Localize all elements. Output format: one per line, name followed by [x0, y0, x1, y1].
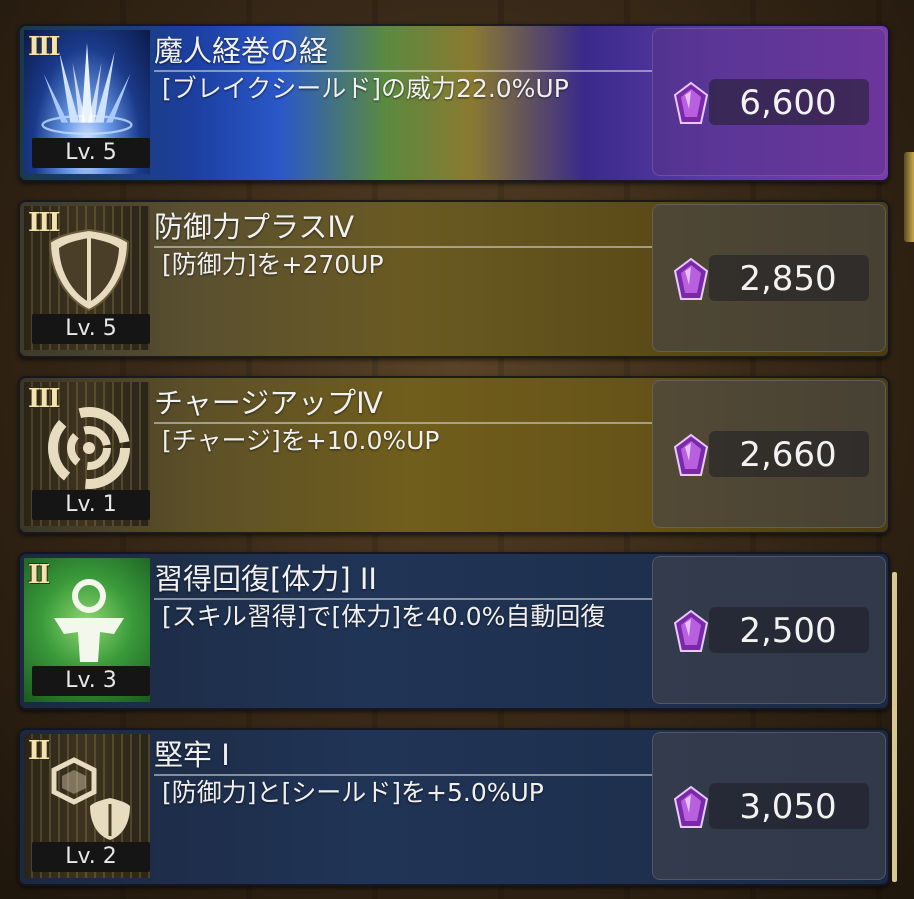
divider	[154, 598, 652, 600]
skill-card[interactable]: II Lv. 2 堅牢 I [防御力]と[シールド]を+5.0%UP 3,050	[18, 728, 890, 886]
divider	[154, 246, 652, 248]
skill-thumbnail: III Lv. 1	[24, 382, 150, 526]
skill-thumbnail: III Lv. 5	[24, 206, 150, 350]
skill-description: [チャージ]を+10.0%UP	[162, 426, 440, 455]
skill-thumbnail: II Lv. 2	[24, 734, 150, 878]
purple-gem-icon	[673, 433, 709, 476]
cost-value: 3,050	[739, 787, 837, 827]
level-label: Lv. 3	[32, 666, 150, 696]
divider	[154, 774, 652, 776]
purple-gem-icon	[673, 257, 709, 300]
skill-card[interactable]: III Lv. 1 チャージアップⅣ [チャージ]を+10.0%UP 2,660	[18, 376, 890, 534]
skill-title: 習得回復[体力] II	[154, 562, 377, 596]
purple-gem-icon	[673, 81, 709, 124]
skill-card[interactable]: II Lv. 3 習得回復[体力] II [スキル習得]で[体力]を40.0%自…	[18, 552, 890, 710]
cost-button[interactable]: 3,050	[652, 732, 886, 880]
skill-card[interactable]: III Lv. 5 魔人経巻の経 [ブレイクシールド]の威力22.0%UP 6,…	[18, 24, 890, 182]
divider	[154, 70, 652, 72]
rank-numeral: II	[28, 560, 50, 590]
skill-description: [スキル習得]で[体力]を40.0%自動回復	[162, 602, 606, 631]
skill-thumbnail: II Lv. 3	[24, 558, 150, 702]
level-label: Lv. 5	[32, 138, 150, 168]
hexagon-shield-icon	[51, 757, 130, 840]
cost-value: 6,600	[739, 83, 837, 123]
cost-button[interactable]: 2,660	[652, 380, 886, 528]
skill-title: チャージアップⅣ	[154, 386, 383, 420]
skill-description: [ブレイクシールド]の威力22.0%UP	[162, 74, 569, 103]
skill-thumbnail: III Lv. 5	[24, 30, 150, 174]
skill-title: 防御力プラスⅣ	[154, 210, 355, 244]
rank-numeral: III	[28, 384, 60, 414]
skill-card[interactable]: III Lv. 5 防御力プラスⅣ [防御力]を+270UP 2,850	[18, 200, 890, 358]
figure-heal-icon	[54, 579, 124, 662]
scrollbar[interactable]	[892, 572, 897, 882]
skill-description: [防御力]と[シールド]を+5.0%UP	[162, 778, 544, 807]
purple-gem-icon	[673, 609, 709, 652]
skill-description: [防御力]を+270UP	[162, 250, 384, 279]
cost-value: 2,660	[739, 435, 837, 475]
skill-title: 堅牢 I	[154, 738, 230, 772]
level-label: Lv. 1	[32, 490, 150, 520]
cost-button[interactable]: 2,850	[652, 204, 886, 352]
cost-value: 2,500	[739, 611, 837, 651]
level-label: Lv. 2	[32, 842, 150, 872]
rank-numeral: III	[28, 208, 60, 238]
cost-value: 2,850	[739, 259, 837, 299]
rank-numeral: III	[28, 32, 60, 62]
skill-title: 魔人経巻の経	[154, 34, 329, 68]
cost-button[interactable]: 2,500	[652, 556, 886, 704]
level-label: Lv. 5	[32, 314, 150, 344]
cost-button[interactable]: 6,600	[652, 28, 886, 176]
purple-gem-icon	[673, 785, 709, 828]
rank-numeral: II	[28, 736, 50, 766]
divider	[154, 422, 652, 424]
side-tab-handle[interactable]	[904, 152, 914, 242]
